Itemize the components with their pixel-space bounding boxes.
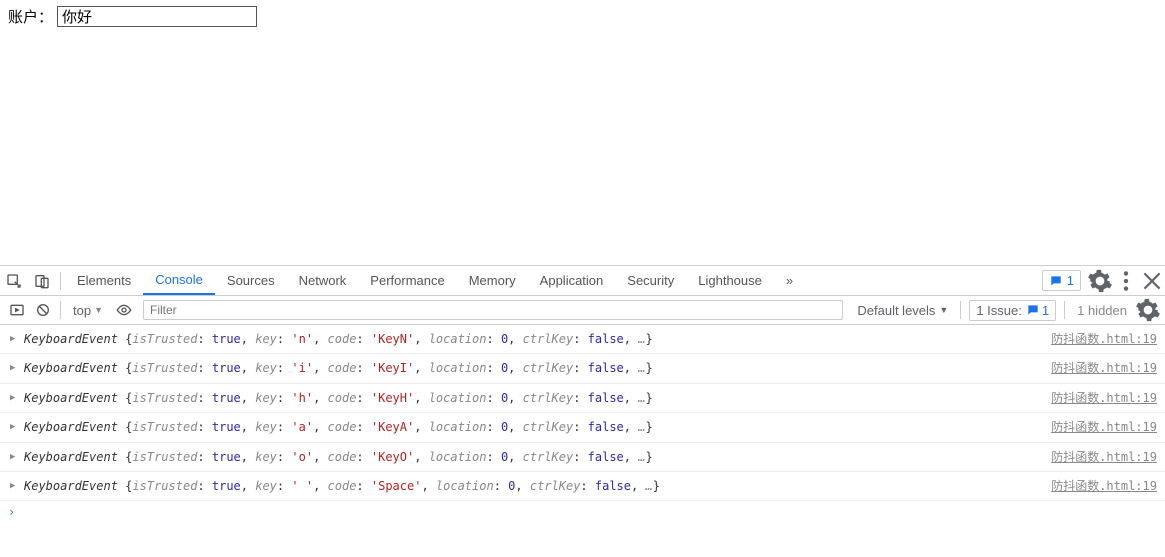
device-toggle-icon[interactable] xyxy=(28,267,56,295)
context-dropdown[interactable]: top▼ xyxy=(65,303,111,318)
issue-counter[interactable]: 1 Issue: 1 xyxy=(969,300,1056,321)
page-content: 账户： xyxy=(0,0,1165,265)
issues-badge[interactable]: 1 xyxy=(1042,270,1081,291)
tab-lighthouse[interactable]: Lighthouse xyxy=(686,266,774,295)
log-message: KeyboardEvent {isTrusted: true, key: 'o'… xyxy=(24,447,1039,467)
console-log-row[interactable]: ▶ KeyboardEvent {isTrusted: true, key: ' … xyxy=(0,472,1165,501)
account-label: 账户： xyxy=(8,6,53,27)
console-log-row[interactable]: ▶ KeyboardEvent {isTrusted: true, key: 'o… xyxy=(0,443,1165,472)
console-output: ▶ KeyboardEvent {isTrusted: true, key: 'n… xyxy=(0,325,1165,557)
message-icon xyxy=(1026,303,1040,317)
source-link[interactable]: 防抖函数.html:19 xyxy=(1039,329,1157,349)
settings-icon[interactable] xyxy=(1087,268,1113,294)
toolbar-divider xyxy=(960,301,961,319)
toolbar-divider xyxy=(60,272,61,290)
log-message: KeyboardEvent {isTrusted: true, key: 'a'… xyxy=(24,417,1039,437)
expand-icon[interactable]: ▶ xyxy=(10,361,15,376)
tab-elements[interactable]: Elements xyxy=(65,266,143,295)
live-expression-icon[interactable] xyxy=(111,297,137,323)
toolbar-divider xyxy=(1064,301,1065,319)
chevron-right-icon: › xyxy=(8,505,15,519)
account-input[interactable] xyxy=(57,6,257,27)
source-link[interactable]: 防抖函数.html:19 xyxy=(1039,358,1157,378)
message-icon xyxy=(1049,274,1063,288)
sidebar-toggle-icon[interactable] xyxy=(4,297,30,323)
expand-icon[interactable]: ▶ xyxy=(10,391,15,406)
log-message: KeyboardEvent {isTrusted: true, key: ' '… xyxy=(24,476,1039,496)
more-icon[interactable] xyxy=(1113,268,1139,294)
toolbar-divider xyxy=(60,301,61,319)
tab-performance[interactable]: Performance xyxy=(358,266,456,295)
tabs-overflow-icon[interactable]: » xyxy=(774,266,805,295)
log-message: KeyboardEvent {isTrusted: true, key: 'h'… xyxy=(24,388,1039,408)
source-link[interactable]: 防抖函数.html:19 xyxy=(1039,447,1157,467)
console-log-row[interactable]: ▶ KeyboardEvent {isTrusted: true, key: 'n… xyxy=(0,325,1165,354)
tab-security[interactable]: Security xyxy=(615,266,686,295)
tab-application[interactable]: Application xyxy=(528,266,616,295)
console-log-row[interactable]: ▶ KeyboardEvent {isTrusted: true, key: 'i… xyxy=(0,354,1165,383)
expand-icon[interactable]: ▶ xyxy=(10,450,15,465)
log-message: KeyboardEvent {isTrusted: true, key: 'i'… xyxy=(24,358,1039,378)
tab-network[interactable]: Network xyxy=(287,266,359,295)
source-link[interactable]: 防抖函数.html:19 xyxy=(1039,388,1157,408)
console-prompt[interactable]: › xyxy=(0,501,1165,523)
console-toolbar: top▼ Default levels▼ 1 Issue: 1 1 hidden xyxy=(0,296,1165,325)
close-icon[interactable] xyxy=(1139,268,1165,294)
filter-input[interactable] xyxy=(143,300,843,320)
source-link[interactable]: 防抖函数.html:19 xyxy=(1039,476,1157,496)
log-levels-dropdown[interactable]: Default levels▼ xyxy=(849,303,956,318)
devtools-tabs: ElementsConsoleSourcesNetworkPerformance… xyxy=(0,266,1165,296)
hidden-count: 1 hidden xyxy=(1069,303,1135,318)
tab-console[interactable]: Console xyxy=(143,266,215,295)
tab-sources[interactable]: Sources xyxy=(215,266,287,295)
expand-icon[interactable]: ▶ xyxy=(10,420,15,435)
tab-memory[interactable]: Memory xyxy=(457,266,528,295)
devtools-panel: ElementsConsoleSourcesNetworkPerformance… xyxy=(0,265,1165,557)
inspect-icon[interactable] xyxy=(0,267,28,295)
log-message: KeyboardEvent {isTrusted: true, key: 'n'… xyxy=(24,329,1039,349)
console-log-row[interactable]: ▶ KeyboardEvent {isTrusted: true, key: 'h… xyxy=(0,384,1165,413)
expand-icon[interactable]: ▶ xyxy=(10,479,15,494)
console-log-row[interactable]: ▶ KeyboardEvent {isTrusted: true, key: 'a… xyxy=(0,413,1165,442)
expand-icon[interactable]: ▶ xyxy=(10,332,15,347)
clear-console-icon[interactable] xyxy=(30,297,56,323)
console-settings-icon[interactable] xyxy=(1135,297,1161,323)
source-link[interactable]: 防抖函数.html:19 xyxy=(1039,417,1157,437)
